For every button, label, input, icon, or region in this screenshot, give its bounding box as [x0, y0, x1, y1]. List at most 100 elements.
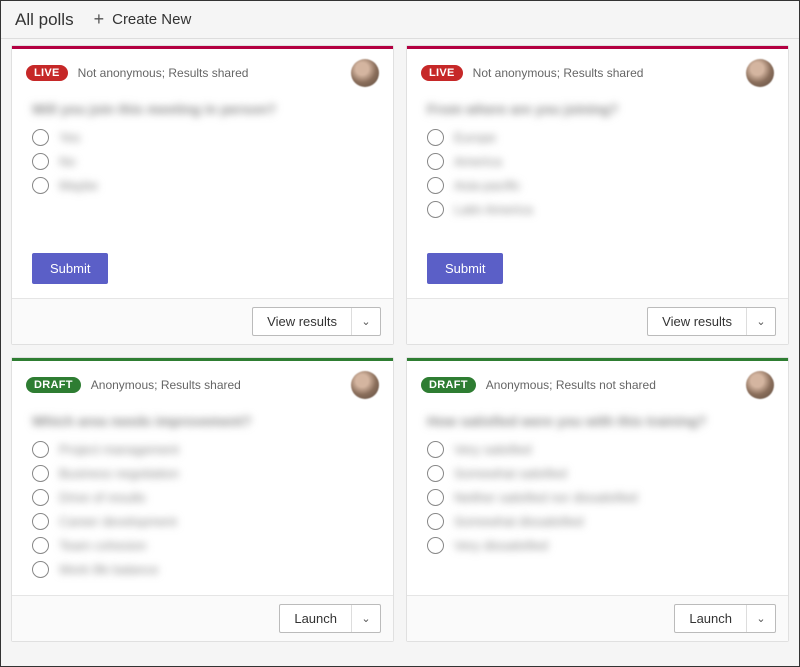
- option-label: Drive of results: [59, 490, 146, 505]
- option-label: Team cohesion: [59, 538, 146, 553]
- radio-icon: [32, 465, 49, 482]
- card-meta: DRAFT Anonymous; Results not shared: [407, 361, 788, 405]
- view_results-button[interactable]: View results: [648, 308, 747, 335]
- meta-text: Not anonymous; Results shared: [473, 66, 644, 80]
- poll-card: DRAFT Anonymous; Results not shared How …: [406, 357, 789, 642]
- create-new-label: Create New: [112, 11, 191, 28]
- status-badge: LIVE: [26, 65, 68, 81]
- radio-icon: [427, 489, 444, 506]
- meta-text: Anonymous; Results not shared: [486, 378, 656, 392]
- radio-icon: [32, 489, 49, 506]
- option-label: No: [59, 154, 76, 169]
- launch-button[interactable]: Launch: [675, 605, 747, 632]
- option-label: America: [454, 154, 502, 169]
- status-badge: LIVE: [421, 65, 463, 81]
- option-label: Somewhat dissatisfied: [454, 514, 583, 529]
- radio-icon: [427, 441, 444, 458]
- card-footer: View results ⌄: [12, 298, 393, 344]
- radio-icon: [32, 153, 49, 170]
- dropdown-toggle[interactable]: ⌄: [352, 308, 380, 335]
- option-label: Asia-pacific: [454, 178, 520, 193]
- avatar[interactable]: [746, 59, 774, 87]
- avatar[interactable]: [746, 371, 774, 399]
- radio-icon: [32, 177, 49, 194]
- view_results-button[interactable]: View results: [253, 308, 352, 335]
- option-label: Very satisfied: [454, 442, 531, 457]
- poll-option[interactable]: Business negotiation: [32, 465, 373, 482]
- radio-icon: [32, 561, 49, 578]
- submit-button[interactable]: Submit: [32, 253, 108, 284]
- poll-option[interactable]: Somewhat satisfied: [427, 465, 768, 482]
- radio-icon: [427, 129, 444, 146]
- options-list: Very satisfied Somewhat satisfied Neithe…: [427, 441, 768, 554]
- option-label: Neither satisfied nor dissatisfied: [454, 490, 638, 505]
- card-footer: Launch ⌄: [407, 595, 788, 641]
- poll-option[interactable]: Drive of results: [32, 489, 373, 506]
- card-meta: LIVE Not anonymous; Results shared: [407, 49, 788, 93]
- radio-icon: [32, 513, 49, 530]
- option-label: Yes: [59, 130, 80, 145]
- poll-option[interactable]: Very satisfied: [427, 441, 768, 458]
- option-label: Business negotiation: [59, 466, 179, 481]
- chevron-down-icon: ⌄: [756, 315, 765, 328]
- dropdown-toggle[interactable]: ⌄: [747, 605, 775, 632]
- card-footer: View results ⌄: [407, 298, 788, 344]
- poll-question: How satisfied were you with this trainin…: [427, 413, 768, 429]
- dropdown-toggle[interactable]: ⌄: [352, 605, 380, 632]
- option-label: Work life balance: [59, 562, 158, 577]
- plus-icon: +: [94, 9, 105, 30]
- create-new-button[interactable]: + Create New: [94, 9, 192, 30]
- poll-option[interactable]: Career development: [32, 513, 373, 530]
- poll-option[interactable]: Latin America: [427, 201, 768, 218]
- radio-icon: [427, 153, 444, 170]
- poll-option[interactable]: Maybe: [32, 177, 373, 194]
- poll-option[interactable]: Team cohesion: [32, 537, 373, 554]
- poll-option[interactable]: No: [32, 153, 373, 170]
- status-badge: DRAFT: [26, 377, 81, 393]
- page-title: All polls: [15, 10, 74, 30]
- submit-section: Submit: [12, 253, 393, 298]
- avatar[interactable]: [351, 59, 379, 87]
- chevron-down-icon: ⌄: [361, 612, 370, 625]
- options-list: Project management Business negotiation …: [32, 441, 373, 578]
- poll-option[interactable]: Neither satisfied nor dissatisfied: [427, 489, 768, 506]
- poll-option[interactable]: America: [427, 153, 768, 170]
- poll-question: Will you join this meeting in person?: [32, 101, 373, 117]
- card-body: Which area needs improvement? Project ma…: [12, 405, 393, 595]
- avatar[interactable]: [351, 371, 379, 399]
- option-label: Somewhat satisfied: [454, 466, 567, 481]
- poll-option[interactable]: Europe: [427, 129, 768, 146]
- radio-icon: [32, 537, 49, 554]
- submit-button[interactable]: Submit: [427, 253, 503, 284]
- launch-split-button: Launch ⌄: [279, 604, 381, 633]
- header-bar: All polls + Create New: [1, 1, 799, 39]
- radio-icon: [427, 177, 444, 194]
- poll-option[interactable]: Project management: [32, 441, 373, 458]
- options-list: Yes No Maybe: [32, 129, 373, 194]
- poll-option[interactable]: Yes: [32, 129, 373, 146]
- card-body: From where are you joining? Europe Ameri…: [407, 93, 788, 253]
- option-label: Very dissatisfied: [454, 538, 548, 553]
- option-label: Latin America: [454, 202, 533, 217]
- option-label: Europe: [454, 130, 496, 145]
- chevron-down-icon: ⌄: [756, 612, 765, 625]
- status-badge: DRAFT: [421, 377, 476, 393]
- card-meta: DRAFT Anonymous; Results shared: [12, 361, 393, 405]
- radio-icon: [32, 129, 49, 146]
- launch-button[interactable]: Launch: [280, 605, 352, 632]
- poll-card: DRAFT Anonymous; Results shared Which ar…: [11, 357, 394, 642]
- poll-option[interactable]: Work life balance: [32, 561, 373, 578]
- options-list: Europe America Asia-pacific Latin Americ…: [427, 129, 768, 218]
- chevron-down-icon: ⌄: [361, 315, 370, 328]
- radio-icon: [427, 537, 444, 554]
- radio-icon: [427, 465, 444, 482]
- poll-option[interactable]: Somewhat dissatisfied: [427, 513, 768, 530]
- radio-icon: [427, 201, 444, 218]
- poll-question: Which area needs improvement?: [32, 413, 373, 429]
- submit-section: Submit: [407, 253, 788, 298]
- poll-card: LIVE Not anonymous; Results shared Will …: [11, 45, 394, 345]
- dropdown-toggle[interactable]: ⌄: [747, 308, 775, 335]
- poll-option[interactable]: Very dissatisfied: [427, 537, 768, 554]
- poll-question: From where are you joining?: [427, 101, 768, 117]
- poll-option[interactable]: Asia-pacific: [427, 177, 768, 194]
